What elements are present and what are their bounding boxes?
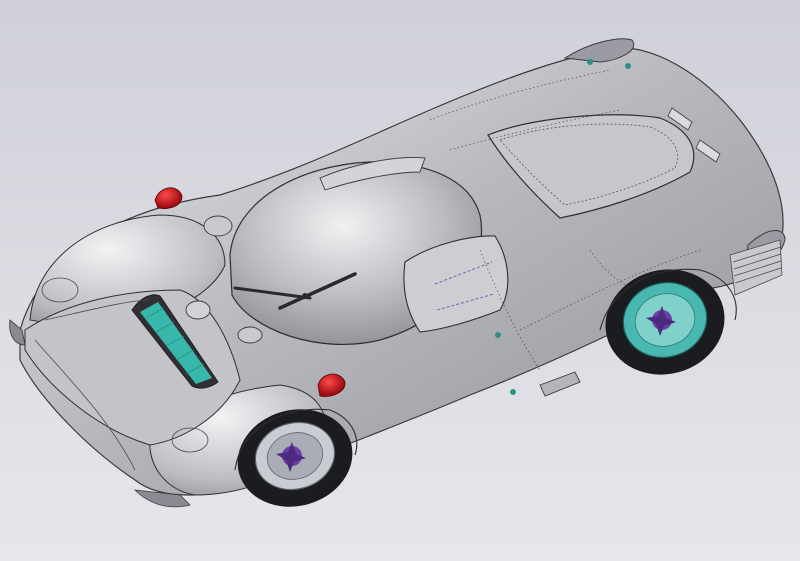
fixture-dot xyxy=(495,332,501,338)
fixture-dot xyxy=(587,59,593,65)
cad-viewport[interactable] xyxy=(0,0,800,561)
car-model-canvas[interactable] xyxy=(0,0,800,561)
fixture-dot xyxy=(625,63,631,69)
mirror-right xyxy=(237,326,263,344)
fuel-cap xyxy=(185,300,211,320)
fixture-dot xyxy=(510,389,516,395)
side-step xyxy=(539,371,581,397)
mirror-left xyxy=(203,215,233,237)
